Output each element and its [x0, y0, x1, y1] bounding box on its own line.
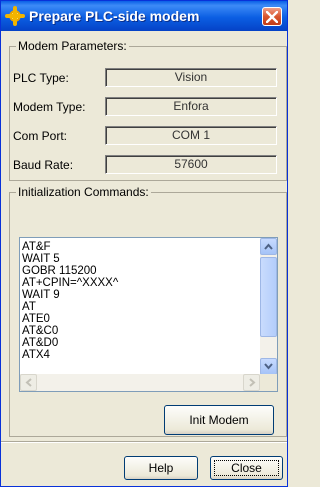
- command-line: AT: [22, 301, 36, 313]
- modem-parameters-legend: Modem Parameters:: [18, 39, 127, 53]
- scroll-up-button[interactable]: [260, 238, 277, 255]
- help-label: Help: [148, 461, 174, 475]
- command-line: AT+CPIN=^XXXX^: [22, 277, 119, 289]
- modem-type-label: Modem Type:: [13, 100, 86, 114]
- close-window-button[interactable]: [262, 7, 282, 26]
- chevron-left-icon: [25, 378, 32, 387]
- com-port-field: COM 1: [105, 126, 277, 145]
- init-modem-label: Init Modem: [189, 413, 249, 427]
- baud-rate-label: Baud Rate:: [13, 158, 74, 172]
- plc-type-label: PLC Type:: [13, 71, 69, 85]
- bottom-separator: [1, 441, 287, 443]
- command-line: AT&C0: [22, 325, 59, 337]
- scrollbar-corner: [260, 374, 277, 391]
- chevron-up-icon: [264, 243, 273, 250]
- vertical-scrollbar[interactable]: [260, 238, 277, 375]
- baud-rate-field: 57600: [105, 155, 277, 174]
- command-line: ATE0: [22, 313, 50, 325]
- command-line: AT&F: [22, 241, 51, 253]
- app-icon: [5, 6, 25, 26]
- command-line: WAIT 5: [22, 253, 60, 265]
- close-icon: [266, 11, 278, 23]
- plc-type-field: Vision: [105, 68, 277, 87]
- modem-type-field: Enfora: [105, 97, 277, 116]
- command-line: WAIT 9: [22, 289, 60, 301]
- command-line: ATX4: [22, 349, 50, 361]
- chevron-down-icon: [264, 363, 273, 370]
- chevron-right-icon: [249, 378, 256, 387]
- scroll-right-button[interactable]: [243, 374, 260, 391]
- help-button[interactable]: Help: [124, 456, 198, 480]
- vertical-scroll-thumb[interactable]: [260, 257, 277, 337]
- close-label: Close: [231, 461, 262, 475]
- command-line: AT&D0: [22, 337, 59, 349]
- com-port-label: Com Port:: [13, 129, 68, 143]
- close-button[interactable]: Close: [210, 456, 283, 480]
- command-lines: AT&F WAIT 5 GOBR 115200 AT+CPIN=^XXXX^ W…: [22, 241, 258, 374]
- command-line: GOBR 115200: [22, 265, 97, 277]
- init-commands-textarea[interactable]: AT&F WAIT 5 GOBR 115200 AT+CPIN=^XXXX^ W…: [19, 237, 278, 392]
- horizontal-scrollbar[interactable]: [20, 374, 260, 391]
- init-modem-button[interactable]: Init Modem: [164, 405, 274, 435]
- dialog-window: Prepare PLC-side modem Modem Parameters:…: [0, 0, 288, 487]
- init-commands-legend: Initialization Commands:: [18, 185, 149, 199]
- title-bar[interactable]: Prepare PLC-side modem: [1, 1, 287, 31]
- window-title: Prepare PLC-side modem: [29, 8, 200, 24]
- scroll-down-button[interactable]: [260, 358, 277, 375]
- scroll-left-button[interactable]: [20, 374, 37, 391]
